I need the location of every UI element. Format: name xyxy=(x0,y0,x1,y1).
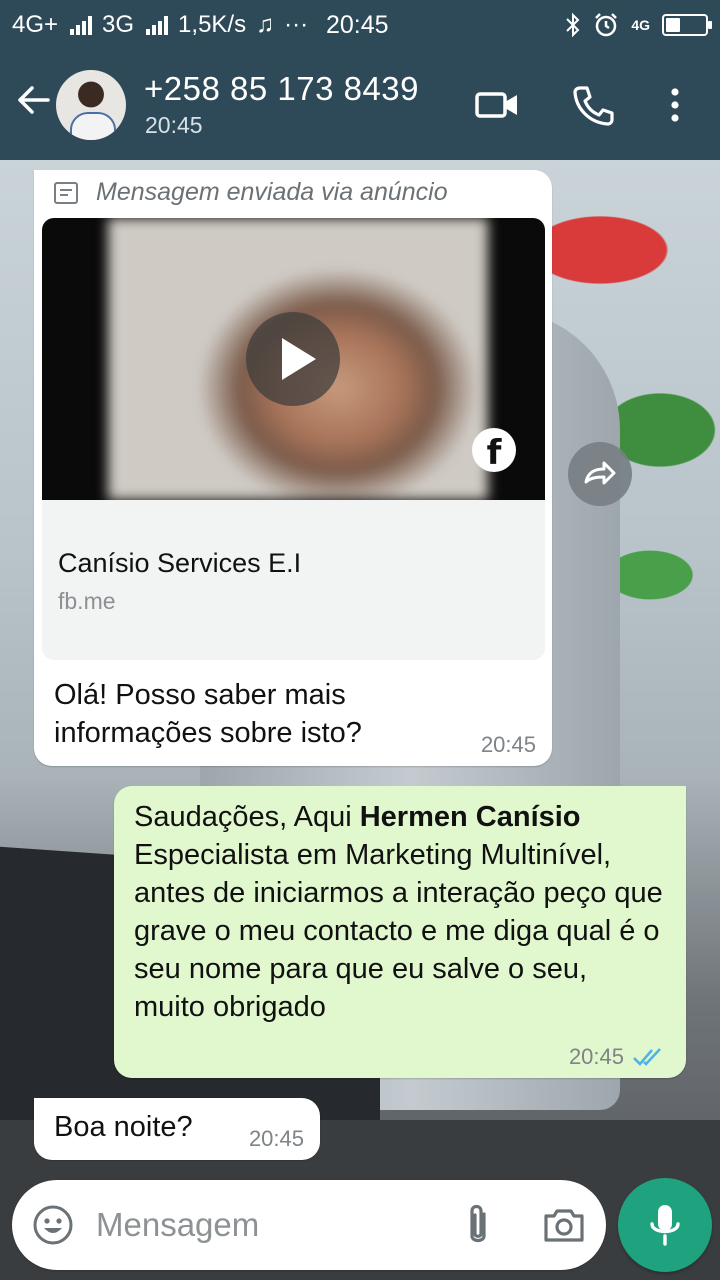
emoji-icon[interactable] xyxy=(32,1204,74,1246)
ad-video-thumbnail[interactable]: f xyxy=(42,218,545,500)
message-incoming[interactable]: Boa noite? 20:45 xyxy=(34,1098,320,1160)
message-outgoing[interactable]: Saudações, Aqui Hermen Canísio Especiali… xyxy=(114,786,686,1078)
video-call-icon[interactable] xyxy=(474,82,520,128)
message-composer xyxy=(12,1180,606,1270)
ad-label: Mensagem enviada via anúncio xyxy=(54,178,448,207)
more-notifications: ··· xyxy=(284,11,309,38)
message-text-part: Saudações, Aqui xyxy=(134,801,360,833)
signal-icon-2 xyxy=(146,15,169,35)
network-speed: 1,5K/s xyxy=(178,11,247,38)
battery-icon xyxy=(662,14,712,36)
message-text-bold: Hermen Canísio xyxy=(359,801,581,833)
data-network-icon: 4G xyxy=(631,17,650,33)
status-bar: 4G+ 3G 1,5K/s ♫ ··· 20:45 4G xyxy=(0,0,720,50)
menu-more-icon[interactable] xyxy=(660,82,690,128)
message-incoming-ad[interactable]: Mensagem enviada via anúncio f Canísio S… xyxy=(34,170,552,766)
message-ad-icon xyxy=(54,181,78,204)
status-left: 4G+ 3G 1,5K/s ♫ ··· xyxy=(12,11,565,39)
music-icon: ♫ xyxy=(256,11,275,38)
message-input[interactable] xyxy=(96,1200,436,1250)
voice-message-button[interactable] xyxy=(618,1178,712,1272)
read-receipt-icon xyxy=(633,1048,661,1066)
camera-icon[interactable] xyxy=(542,1206,586,1244)
message-text: Olá! Posso saber mais informações sobre … xyxy=(54,679,362,749)
microphone-icon xyxy=(650,1205,680,1246)
last-seen: 20:45 xyxy=(145,112,203,138)
message-text-part: Especialista em Marketing Multinível, an… xyxy=(134,839,663,1023)
back-arrow-icon[interactable] xyxy=(14,80,54,120)
ad-title: Canísio Services E.I xyxy=(58,548,302,578)
message-time: 20:45 xyxy=(480,732,536,757)
clock: 20:45 xyxy=(326,11,389,39)
play-icon[interactable] xyxy=(246,312,340,406)
signal-icon xyxy=(70,15,93,35)
message-time: 20:45 xyxy=(248,1126,304,1151)
message-text: Boa noite? xyxy=(54,1111,193,1143)
forward-icon[interactable] xyxy=(568,442,632,506)
avatar[interactable] xyxy=(56,70,126,140)
status-right: 4G xyxy=(565,12,712,38)
network-type-1: 4G+ xyxy=(12,11,59,38)
alarm-icon xyxy=(595,13,618,37)
chat-header: +258 85 173 8439 20:45 xyxy=(0,50,720,160)
bluetooth-icon xyxy=(566,12,580,38)
message-time: 20:45 xyxy=(568,1044,624,1069)
facebook-icon: f xyxy=(472,428,516,472)
ad-preview-card[interactable]: f Canísio Services E.I fb.me xyxy=(42,218,545,660)
network-type-2: 3G xyxy=(102,11,135,38)
attach-icon[interactable] xyxy=(460,1202,496,1248)
contact-name[interactable]: +258 85 173 8439 xyxy=(144,70,419,108)
message-text: Saudações, Aqui Hermen Canísio Especiali… xyxy=(134,798,664,1026)
ad-label-text: Mensagem enviada via anúncio xyxy=(96,178,448,206)
ad-link[interactable]: fb.me xyxy=(58,588,116,615)
voice-call-icon[interactable] xyxy=(570,82,616,128)
